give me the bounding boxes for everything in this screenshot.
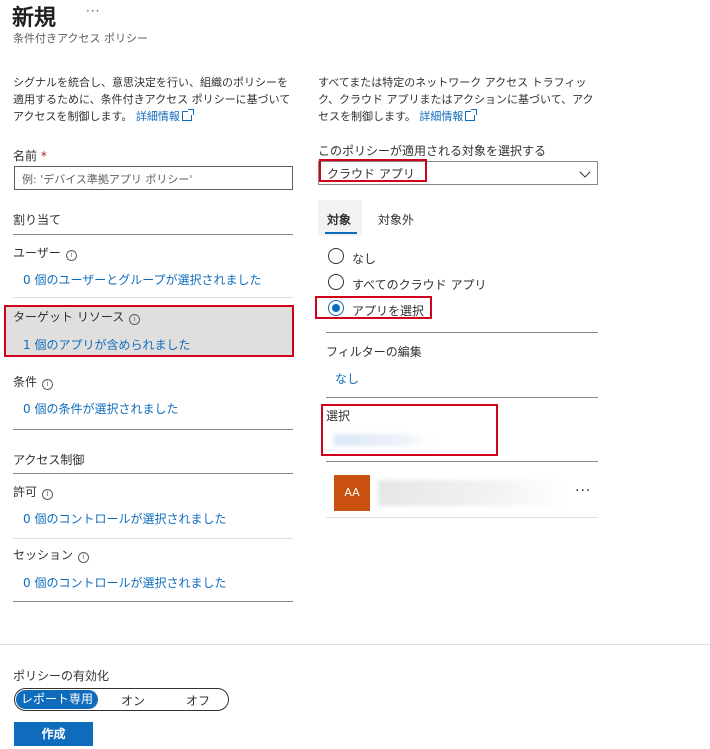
radio-all-cloud-apps[interactable] [328,274,344,290]
chevron-down-icon [579,166,591,178]
target-value-link[interactable]: 1 個のアプリが含められました [23,336,190,353]
divider [326,461,598,462]
access-controls-heading: アクセス制御 [13,453,85,467]
assignments-heading: 割り当て [13,213,62,227]
toggle-off[interactable]: オフ [186,692,210,709]
divider [13,234,293,235]
left-description: シグナルを統合し、意思決定を行い、組織のポリシーを適用するために、条件付きアクセ… [13,74,295,125]
divider [13,601,293,602]
page-title: 新規 [12,6,57,31]
users-value-link[interactable]: 0 個のユーザーとグループが選択されました [23,271,262,288]
highlight-box-select [319,159,427,182]
divider [13,538,293,539]
conditions-value-link[interactable]: 0 個の条件が選択されました [23,400,178,417]
divider [326,397,598,398]
divider [13,429,293,430]
radio-all-cloud-apps-label: すべてのクラウド アプリ [352,278,487,292]
highlight-box-selection [321,404,498,456]
name-input[interactable]: 例: 'デバイス準拠アプリ ポリシー' [14,166,293,190]
session-label: セッション i [13,546,90,563]
filter-label: フィルターの編集 [326,345,422,359]
right-description: すべてまたは特定のネットワーク アクセス トラフィック、クラウド アプリまたはア… [318,74,600,125]
divider [13,297,293,298]
conditions-label: 条件 i [13,373,54,390]
target-label: ターゲット リソース i [13,308,141,325]
highlight-box-radio [315,296,432,319]
grant-label: 許可 i [13,483,54,500]
tab-include-underline [325,232,357,234]
page-subtitle: 条件付きアクセス ポリシー [13,32,148,45]
create-button[interactable]: 作成 [14,722,93,746]
more-options-icon[interactable]: ··· [86,4,100,18]
radio-none-label: なし [352,252,377,266]
info-icon[interactable]: i [78,552,90,563]
divider [326,332,598,333]
external-link-icon [465,109,478,121]
right-learn-more-link[interactable]: 詳細情報 [419,109,478,123]
divider [13,473,293,474]
app-more-options-icon[interactable]: ··· [575,483,591,499]
session-value-link[interactable]: 0 個のコントロールが選択されました [23,574,226,591]
info-icon[interactable]: i [42,379,54,390]
toggle-on[interactable]: オン [121,692,145,709]
users-label: ユーザー i [13,244,77,261]
toggle-report-only[interactable]: レポート専用 [16,690,98,709]
info-icon[interactable]: i [129,314,141,325]
enable-policy-label: ポリシーの有効化 [13,669,110,683]
name-label: 名前 * [13,149,47,163]
info-icon[interactable]: i [65,250,77,261]
select-target-label: このポリシーが適用される対象を選択する [318,144,547,158]
radio-none[interactable] [328,248,344,264]
external-link-icon [181,109,194,121]
footer-divider [0,644,710,645]
app-name-redacted [378,480,568,506]
app-avatar: AA [334,475,370,511]
filter-value-link[interactable]: なし [335,370,359,387]
required-mark: * [40,149,47,163]
tab-include[interactable]: 対象 [322,211,356,228]
grant-value-link[interactable]: 0 個のコントロールが選択されました [23,510,226,527]
info-icon[interactable]: i [42,489,54,500]
divider [326,517,598,518]
left-learn-more-link[interactable]: 詳細情報 [136,109,194,123]
tab-exclude[interactable]: 対象外 [373,211,419,228]
